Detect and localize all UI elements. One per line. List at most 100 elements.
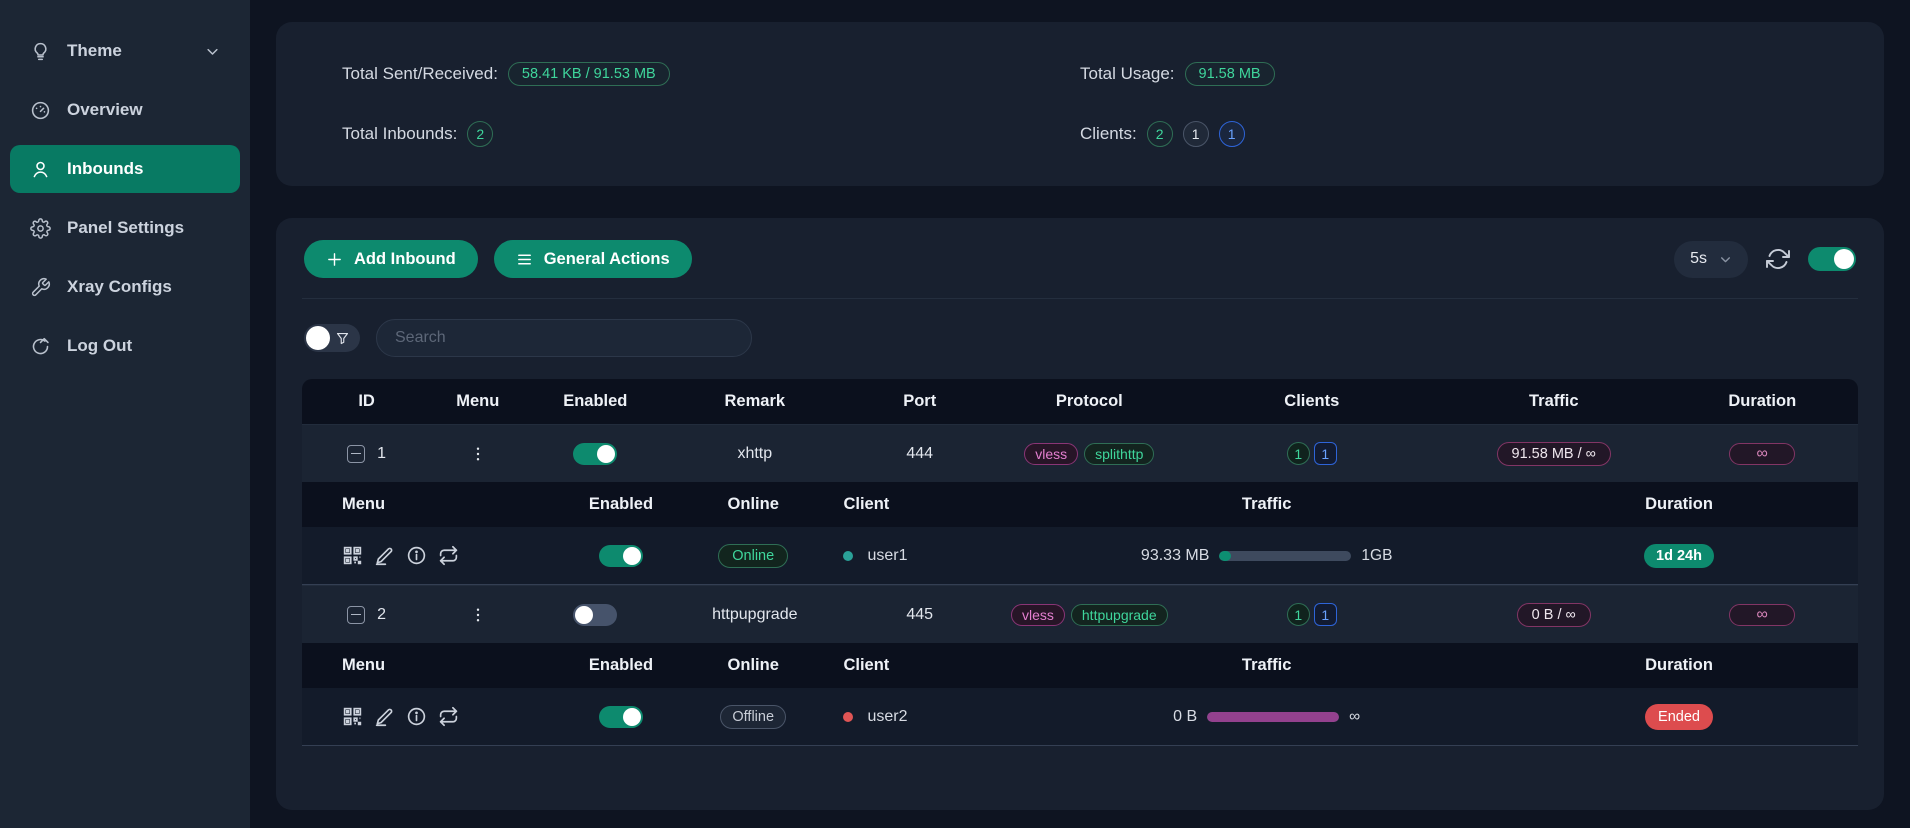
toolbar-left: Add Inbound General Actions — [304, 240, 692, 278]
inbound-enabled-cell — [525, 425, 667, 482]
repeat-icon[interactable] — [438, 706, 459, 727]
inbound-id: 2 — [377, 606, 386, 624]
sub-header-duration: Duration — [1500, 482, 1858, 527]
table-header-row: ID Menu Enabled Remark Port Protocol Cli… — [302, 379, 1858, 424]
sidebar-item-label: Inbounds — [67, 159, 220, 179]
client-online-cell: Offline — [691, 688, 815, 745]
col-header-remark: Remark — [666, 379, 843, 424]
client-enabled-cell — [551, 688, 691, 745]
sidebar-item-panel-settings[interactable]: Panel Settings — [10, 204, 240, 252]
sub-header-enabled: Enabled — [551, 643, 691, 688]
inbound-id-cell: 2 — [302, 586, 431, 643]
sub-header-online: Online — [691, 643, 815, 688]
plus-icon — [326, 251, 343, 268]
sidebar-item-label: Panel Settings — [67, 218, 220, 238]
client-name-cell: user2 — [815, 688, 1033, 745]
inbound-enabled-toggle[interactable] — [573, 604, 617, 626]
main-content: Total Sent/Received: 58.41 KB / 91.53 MB… — [250, 0, 1910, 828]
clients-online-badge: 1 — [1314, 442, 1337, 465]
col-header-clients: Clients — [1183, 379, 1441, 424]
auto-refresh-toggle[interactable] — [1808, 247, 1856, 271]
hamburger-icon — [516, 251, 533, 268]
traffic-used: 93.33 MB — [1141, 547, 1209, 565]
client-enabled-cell — [551, 527, 691, 584]
client-status-dot — [843, 551, 853, 561]
refresh-icon[interactable] — [1766, 247, 1790, 271]
inbound-row: 1 xhttp 444 vless splithttp 1 1 — [302, 424, 1858, 482]
vertical-dots-icon[interactable] — [469, 606, 487, 624]
protocol-tag: vless — [1024, 443, 1078, 465]
inbound-enabled-cell — [525, 586, 667, 643]
stats-right-column: Total Usage: 91.58 MB Clients: 2 1 1 — [1080, 60, 1818, 148]
collapse-row-icon[interactable] — [347, 606, 365, 624]
search-row — [302, 299, 1858, 379]
sidebar-item-logout[interactable]: Log Out — [10, 322, 240, 370]
client-table-header-row: Menu Enabled Online Client Traffic Durat… — [302, 643, 1858, 688]
filter-toggle[interactable] — [304, 324, 360, 352]
sidebar-item-theme[interactable]: Theme — [10, 27, 240, 75]
client-status-dot — [843, 712, 853, 722]
sub-header-client: Client — [815, 482, 1033, 527]
col-header-protocol: Protocol — [996, 379, 1183, 424]
qr-code-icon[interactable] — [342, 706, 363, 727]
clients-online-badge: 1 — [1219, 121, 1245, 147]
protocol-tag: vless — [1011, 604, 1065, 626]
sub-header-client: Client — [815, 643, 1033, 688]
info-circle-icon[interactable] — [406, 706, 427, 727]
vertical-dots-icon[interactable] — [469, 445, 487, 463]
clients-enabled-badge: 1 — [1287, 442, 1310, 465]
stat-label: Total Inbounds: — [342, 124, 457, 144]
chevron-down-icon — [205, 44, 220, 59]
toolbar-right: 5s — [1674, 241, 1856, 278]
traffic-progress-bar — [1219, 551, 1351, 561]
clients-online-badge: 1 — [1314, 603, 1337, 626]
total-inbounds-badge: 2 — [467, 121, 493, 147]
add-inbound-button[interactable]: Add Inbound — [304, 240, 478, 278]
qr-code-icon[interactable] — [342, 545, 363, 566]
lightbulb-icon — [30, 41, 51, 62]
inbound-remark: httpupgrade — [666, 586, 843, 643]
sub-header-duration: Duration — [1500, 643, 1858, 688]
client-menu-cell — [302, 688, 551, 745]
sub-header-traffic: Traffic — [1033, 643, 1500, 688]
sidebar-item-xray-configs[interactable]: Xray Configs — [10, 263, 240, 311]
sidebar-item-label: Theme — [67, 41, 189, 61]
person-icon — [30, 159, 51, 180]
client-row: Online user1 93.33 MB 1GB 1d 24h — [302, 527, 1858, 585]
inbound-protocol-cell: vless splithttp — [996, 425, 1183, 482]
inbound-protocol-cell: vless httpupgrade — [996, 586, 1183, 643]
info-circle-icon[interactable] — [406, 545, 427, 566]
toolbar: Add Inbound General Actions 5s — [302, 238, 1858, 299]
inbound-enabled-toggle[interactable] — [573, 443, 617, 465]
clients-total-badge: 2 — [1147, 121, 1173, 147]
sidebar-item-overview[interactable]: Overview — [10, 86, 240, 134]
sub-header-online: Online — [691, 482, 815, 527]
add-inbound-label: Add Inbound — [354, 250, 456, 269]
client-enabled-toggle[interactable] — [599, 545, 643, 567]
inbounds-panel: Add Inbound General Actions 5s — [276, 218, 1884, 810]
col-header-enabled: Enabled — [525, 379, 667, 424]
general-actions-button[interactable]: General Actions — [494, 240, 692, 278]
sidebar-item-inbounds[interactable]: Inbounds — [10, 145, 240, 193]
refresh-interval-select[interactable]: 5s — [1674, 241, 1748, 278]
traffic-pill: 0 B / ∞ — [1517, 603, 1591, 627]
repeat-icon[interactable] — [438, 545, 459, 566]
col-header-menu: Menu — [431, 379, 524, 424]
edit-pencil-icon[interactable] — [374, 545, 395, 566]
traffic-pill: 91.58 MB / ∞ — [1497, 442, 1612, 466]
client-traffic-cell: 0 B ∞ — [1033, 688, 1500, 745]
edit-pencil-icon[interactable] — [374, 706, 395, 727]
client-duration-cell: 1d 24h — [1500, 527, 1858, 584]
collapse-row-icon[interactable] — [347, 445, 365, 463]
funnel-icon — [335, 331, 350, 346]
client-online-cell: Online — [691, 527, 815, 584]
client-duration-cell: Ended — [1500, 688, 1858, 745]
gauge-icon — [30, 100, 51, 121]
stat-total-inbounds: Total Inbounds: 2 — [342, 120, 1080, 148]
stat-label: Clients: — [1080, 124, 1137, 144]
search-input[interactable] — [376, 319, 752, 357]
toggle-knob — [306, 326, 330, 350]
client-enabled-toggle[interactable] — [599, 706, 643, 728]
client-name-cell: user1 — [815, 527, 1033, 584]
inbound-traffic-cell: 91.58 MB / ∞ — [1441, 425, 1667, 482]
